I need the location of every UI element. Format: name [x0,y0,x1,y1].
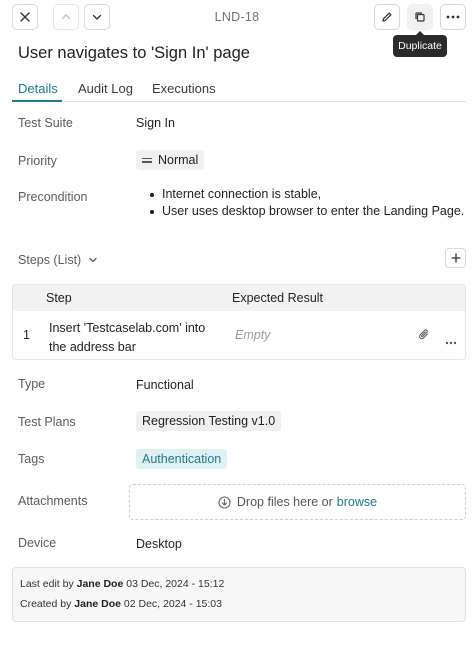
type-label: Type [18,377,46,391]
last-edit-prefix: Last edit by [20,578,74,590]
test-suite-label: Test Suite [18,116,73,130]
case-id: LND-18 [214,10,260,24]
precondition-item: Internet connection is stable, [148,186,464,203]
audit-footer: Last edit by Jane Doe 03 Dec, 2024 - 15:… [12,567,466,622]
test-suite-value: Sign In [136,116,175,130]
tab-audit-log[interactable]: Audit Log [78,81,133,96]
test-plans-label: Test Plans [18,415,76,429]
more-options-button[interactable] [440,4,466,30]
column-header-expected: Expected Result [232,291,324,305]
device-label: Device [18,536,57,550]
add-step-button[interactable] [445,248,466,268]
step-text: Insert 'Testcaselab.com' into the addres… [49,321,206,354]
test-plan-value: Regression Testing v1.0 [142,414,276,428]
priority-value: Normal [158,153,199,167]
more-icon[interactable] [445,333,457,348]
precondition-list: Internet connection is stable, User uses… [148,186,464,220]
tab-bar: Details Audit Log Executions [12,78,466,102]
last-edit-line: Last edit by Jane Doe 03 Dec, 2024 - 15:… [20,578,224,590]
edit-icon [382,12,392,22]
page-title: User navigates to 'Sign In' page [18,44,250,62]
created-date: 02 Dec, 2024 - 15:03 [123,598,222,610]
type-value: Functional [136,378,194,392]
steps-table-header: Step Expected Result [13,285,465,311]
browse-link[interactable]: browse [337,495,377,509]
expected-result: Empty [235,328,271,342]
priority-normal-icon [142,156,152,165]
active-tab-indicator [12,100,62,102]
duplicate-tooltip: Duplicate [393,31,447,57]
priority-chip[interactable]: Normal [136,150,205,170]
steps-view-toggle[interactable]: Steps (List) [18,253,98,267]
attachment-dropzone[interactable]: Drop files here or browse [129,484,466,520]
precondition-label: Precondition [18,190,88,204]
tab-details[interactable]: Details [18,81,58,96]
tags-label: Tags [18,452,45,466]
more-icon [446,15,460,19]
steps-header-label: Steps (List) [18,253,82,267]
duplicate-icon [415,12,425,22]
download-icon [218,495,231,509]
last-edit-user: Jane Doe [76,578,124,590]
tab-executions[interactable]: Executions [152,81,216,96]
created-line: Created by Jane Doe 02 Dec, 2024 - 15:03 [20,598,222,610]
attachments-label: Attachments [18,494,88,508]
tag-chip[interactable]: Authentication [136,449,228,469]
top-toolbar: LND-18 [0,0,474,36]
duplicate-button[interactable] [407,4,433,30]
dropzone-text: Drop files here or [236,495,333,509]
tag-value: Authentication [142,452,222,466]
priority-label: Priority [18,154,57,168]
edit-button[interactable] [374,4,400,30]
step-number: 1 [23,328,30,342]
test-plan-chip[interactable]: Regression Testing v1.0 [136,411,282,431]
last-edit-date: 03 Dec, 2024 - 15:12 [126,578,225,590]
column-header-step: Step [46,291,72,305]
created-user: Jane Doe [74,598,121,610]
steps-table: Step Expected Result 1 Insert 'Testcasel… [12,284,466,360]
plus-icon [450,253,461,263]
device-value: Desktop [136,537,182,551]
paperclip-icon[interactable] [418,328,430,344]
created-prefix: Created by [20,598,72,610]
chevron-down-icon [89,257,97,263]
precondition-item: User uses desktop browser to enter the L… [148,203,464,220]
